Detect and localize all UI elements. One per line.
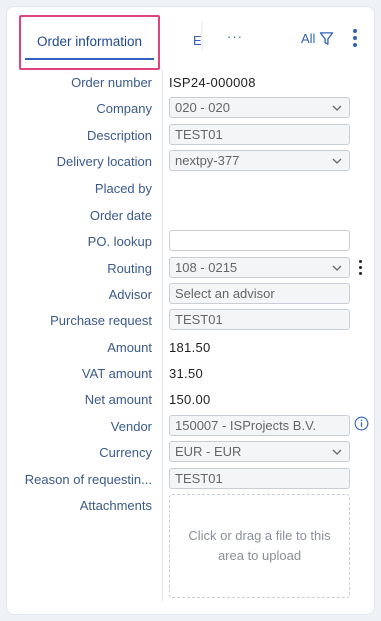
row-company: Company 020 - 020 <box>7 97 376 121</box>
advisor-label: Advisor <box>108 287 152 302</box>
tab-bar: Order information E ··· All <box>7 7 374 70</box>
company-label: Company <box>96 101 152 116</box>
reason-label: Reason of requestin... <box>24 472 152 487</box>
placed-by-label: Placed by <box>94 181 152 196</box>
routing-options-icon[interactable] <box>359 260 363 276</box>
currency-value: EUR - EUR <box>175 444 242 459</box>
filter-button[interactable]: All <box>301 31 334 46</box>
order-number-label: Order number <box>71 75 152 90</box>
delivery-location-select[interactable]: nextpy-377 <box>169 150 350 171</box>
row-placed-by: Placed by <box>7 177 376 201</box>
chevron-down-icon <box>332 105 342 111</box>
net-amount-label: Net amount <box>84 392 152 407</box>
tab-order-information[interactable]: Order information <box>19 15 160 70</box>
amount-label: Amount <box>107 340 152 355</box>
upload-text: Click or drag a file to this area to upl… <box>188 528 331 563</box>
currency-select[interactable]: EUR - EUR <box>169 441 350 462</box>
more-options-icon[interactable] <box>351 29 359 49</box>
routing-label: Routing <box>107 261 152 276</box>
company-select[interactable]: 020 - 020 <box>169 97 350 118</box>
active-tab-underline <box>25 58 154 60</box>
attachments-label: Attachments <box>79 498 152 513</box>
vendor-label: Vendor <box>110 419 152 434</box>
vat-amount-value: 31.50 <box>169 366 204 381</box>
row-advisor: Advisor Select an advisor <box>7 283 376 307</box>
order-number-value: ISP24-000008 <box>169 75 256 90</box>
description-label: Description <box>86 128 152 143</box>
row-delivery-location: Delivery location nextpy-377 <box>7 150 376 174</box>
row-vendor: Vendor 150007 - ISProjects B.V. <box>7 415 376 439</box>
row-po-lookup: PO. lookup <box>7 230 376 254</box>
delivery-location-label: Delivery location <box>56 154 152 169</box>
upload-dropzone[interactable]: Click or drag a file to this area to upl… <box>169 494 350 598</box>
delivery-location-value: nextpy-377 <box>175 153 240 168</box>
row-vat-amount: VAT amount 31.50 <box>7 362 376 386</box>
vat-amount-label: VAT amount <box>81 366 152 381</box>
tab-more-button[interactable]: ··· <box>227 29 243 44</box>
routing-value: 108 - 0215 <box>175 260 238 275</box>
row-purchase-request: Purchase request TEST01 <box>7 309 376 333</box>
info-icon[interactable] <box>354 416 369 431</box>
routing-select[interactable]: 108 - 0215 <box>169 257 350 278</box>
company-value: 020 - 020 <box>175 100 230 115</box>
row-net-amount: Net amount 150.00 <box>7 388 376 412</box>
currency-label: Currency <box>99 445 152 460</box>
order-panel: Order information E ··· All Order number… <box>6 6 375 615</box>
filter-label: All <box>301 31 316 46</box>
po-lookup-input[interactable] <box>169 230 350 251</box>
description-field[interactable]: TEST01 <box>169 124 350 145</box>
row-order-number: Order number ISP24-000008 <box>7 71 376 95</box>
row-reason: Reason of requestin... TEST01 <box>7 468 376 492</box>
row-order-date: Order date <box>7 204 376 228</box>
reason-field[interactable]: TEST01 <box>169 468 350 489</box>
advisor-select[interactable]: Select an advisor <box>169 283 350 304</box>
row-amount: Amount 181.50 <box>7 336 376 360</box>
order-date-label: Order date <box>89 208 152 223</box>
net-amount-value: 150.00 <box>169 392 211 407</box>
chevron-down-icon <box>332 265 342 271</box>
vendor-field[interactable]: 150007 - ISProjects B.V. <box>169 415 350 436</box>
po-lookup-label: PO. lookup <box>87 234 152 249</box>
tab-fade <box>201 21 203 51</box>
chevron-down-icon <box>332 158 342 164</box>
amount-value: 181.50 <box>169 340 211 355</box>
purchase-request-field[interactable]: TEST01 <box>169 309 350 330</box>
filter-icon <box>320 32 334 45</box>
tab-order-information-label: Order information <box>36 34 143 49</box>
row-routing: Routing 108 - 0215 <box>7 257 376 281</box>
row-description: Description TEST01 <box>7 124 376 148</box>
row-currency: Currency EUR - EUR <box>7 441 376 465</box>
chevron-down-icon <box>332 449 342 455</box>
purchase-request-label: Purchase request <box>50 313 152 328</box>
